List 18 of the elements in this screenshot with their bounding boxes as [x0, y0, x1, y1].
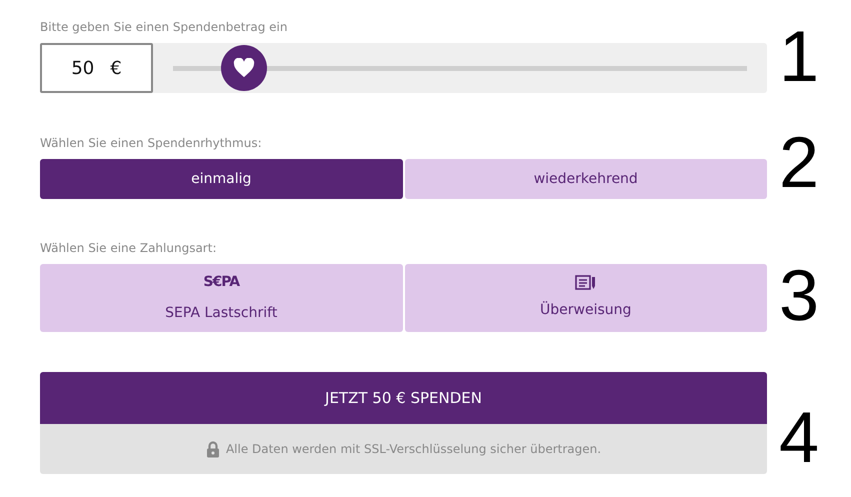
- step-number: 4: [779, 402, 820, 474]
- section-label: Wählen Sie einen Spendenrhythmus:: [40, 135, 263, 152]
- section-label: Wählen Sie eine Zahlungsart:: [40, 240, 218, 257]
- step-number: 2: [779, 127, 820, 199]
- security-note: Alle Daten werden mit SSL-Verschlüsselung sicher übertragen.: [226, 441, 602, 458]
- payment-option[interactable]: S€PA SEPA Lastschrift: [40, 264, 402, 332]
- step-number: 1: [779, 21, 820, 93]
- payment-option[interactable]: Überweisung: [404, 264, 767, 332]
- section-label: Bitte geben Sie einen Spendenbetrag ein: [40, 19, 288, 36]
- step-number: 3: [779, 260, 820, 332]
- lock-icon: [206, 440, 220, 458]
- rhythm-option[interactable]: wiederkehrend: [404, 159, 767, 199]
- sepa-logo: S€PA: [203, 273, 240, 292]
- amount-field[interactable]: 50 €: [40, 43, 153, 93]
- donate-button[interactable]: JETZT 50 € SPENDEN: [40, 372, 767, 424]
- slider-thumb[interactable]: [221, 45, 268, 91]
- document-pen-icon: [574, 275, 597, 290]
- rhythm-option[interactable]: einmalig: [40, 159, 402, 199]
